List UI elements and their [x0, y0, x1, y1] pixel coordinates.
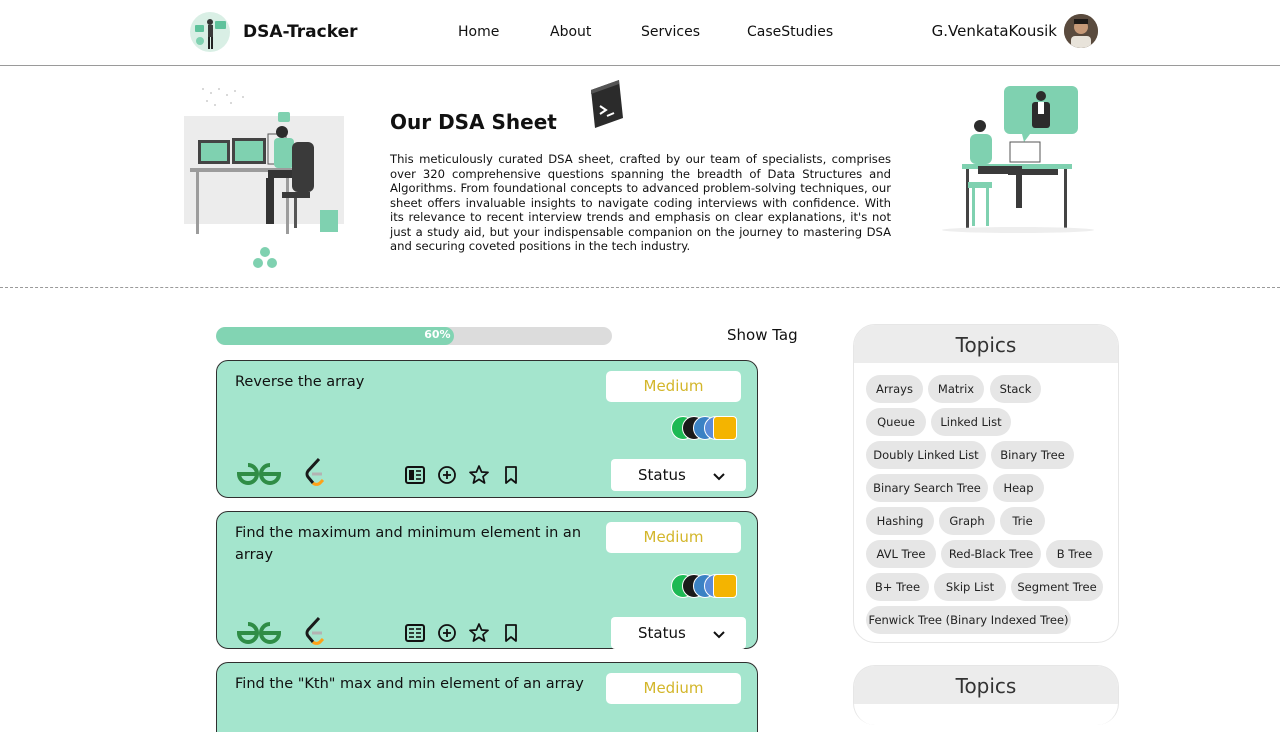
topic-chip[interactable]: Matrix [928, 375, 984, 403]
topic-chip[interactable]: B+ Tree [866, 573, 929, 601]
topic-chip[interactable]: Doubly Linked List [866, 441, 986, 469]
navbar: DSA-Tracker Home About Services CaseStud… [0, 0, 1280, 66]
add-circle-icon[interactable] [436, 464, 458, 486]
difficulty-badge: Medium [606, 371, 741, 402]
add-circle-icon[interactable] [436, 622, 458, 644]
topics-heading: Topics [854, 325, 1118, 363]
progress-fill: 60% [216, 327, 454, 345]
topic-chip[interactable]: Hashing [866, 507, 934, 535]
company-tags [671, 574, 737, 598]
developer-illustration-icon [182, 86, 347, 238]
topic-chip[interactable]: Stack [990, 375, 1041, 403]
topic-chip[interactable]: Fenwick Tree (Binary Indexed Tree) [866, 606, 1071, 634]
topic-chip[interactable]: B Tree [1046, 540, 1103, 568]
user-profile[interactable]: G.VenkataKousik [932, 14, 1098, 48]
difficulty-badge: Medium [606, 522, 741, 553]
google-icon [713, 574, 737, 598]
topic-chip[interactable]: Binary Tree [991, 441, 1074, 469]
topic-chip[interactable]: Linked List [931, 408, 1011, 436]
question-card: Reverse the array Medium Status [216, 360, 758, 498]
topics-panel: Topics [853, 665, 1119, 725]
star-icon[interactable] [468, 622, 490, 644]
topics-heading: Topics [854, 666, 1118, 704]
hero-title-row: Our DSA Sheet [390, 80, 650, 140]
topic-chip[interactable]: Arrays [866, 375, 923, 403]
notes-icon[interactable] [404, 622, 426, 644]
question-title[interactable]: Find the "Kth" max and min element of an… [235, 673, 615, 695]
difficulty-badge: Medium [606, 673, 741, 704]
video-call-illustration-icon [938, 84, 1096, 234]
topics-panel: Topics Arrays Matrix Stack Queue Linked … [853, 324, 1119, 643]
bookmark-icon[interactable] [500, 622, 522, 644]
topic-chip[interactable]: Graph [939, 507, 995, 535]
google-icon [713, 416, 737, 440]
topic-chip[interactable]: Heap [993, 474, 1044, 502]
leetcode-icon[interactable] [303, 616, 329, 646]
terminal-icon [585, 80, 625, 130]
status-dropdown[interactable]: Status [611, 459, 746, 491]
dots-icon [252, 246, 278, 270]
bookmark-icon[interactable] [500, 464, 522, 486]
chevron-down-icon [712, 469, 726, 481]
user-name: G.VenkataKousik [931, 22, 1057, 40]
geeksforgeeks-icon[interactable] [235, 620, 283, 646]
nav-link-services[interactable]: Services [641, 24, 700, 40]
status-value: Status [638, 624, 686, 642]
topic-chip[interactable]: Skip List [934, 573, 1006, 601]
avatar[interactable] [1064, 14, 1098, 48]
status-dropdown[interactable]: Status [611, 617, 746, 649]
topic-chip[interactable]: Queue [866, 408, 926, 436]
status-value: Status [638, 466, 686, 484]
hero-section: Our DSA Sheet This meticulously curated … [0, 66, 1280, 288]
question-card: Find the "Kth" max and min element of an… [216, 662, 758, 732]
star-icon[interactable] [468, 464, 490, 486]
topic-chip[interactable]: Trie [1000, 507, 1045, 535]
nav-link-casestudies[interactable]: CaseStudies [747, 24, 833, 40]
nav-link-home[interactable]: Home [458, 24, 499, 40]
company-tags [671, 416, 737, 440]
question-tools [404, 622, 524, 644]
geeksforgeeks-icon[interactable] [235, 461, 283, 487]
progress-bar: 60% [216, 327, 612, 345]
question-title[interactable]: Reverse the array [235, 371, 600, 393]
chevron-down-icon [712, 627, 726, 639]
nav-link-about[interactable]: About [550, 24, 591, 40]
topic-chip[interactable]: Segment Tree [1011, 573, 1103, 601]
question-card: Find the maximum and minimum element in … [216, 511, 758, 649]
topic-chip[interactable]: Binary Search Tree [866, 474, 988, 502]
progress-label: 60% [424, 328, 451, 341]
notes-icon[interactable] [404, 464, 426, 486]
question-tools [404, 464, 524, 486]
page-title: Our DSA Sheet [390, 110, 557, 134]
hero-description: This meticulously curated DSA sheet, cra… [390, 152, 891, 253]
show-tag-toggle[interactable]: Show Tag [727, 326, 798, 344]
leetcode-icon[interactable] [303, 457, 329, 487]
topic-chip[interactable]: Red-Black Tree [941, 540, 1041, 568]
question-title[interactable]: Find the maximum and minimum element in … [235, 522, 600, 566]
topic-chip[interactable]: AVL Tree [866, 540, 936, 568]
